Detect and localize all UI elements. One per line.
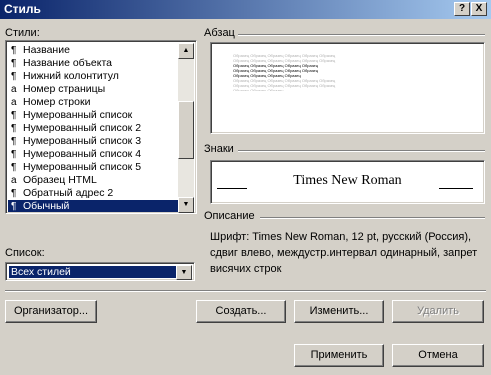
paragraph-style-icon: ¶ [11,188,17,199]
close-button[interactable]: X [471,2,487,16]
modify-button[interactable]: Изменить... [294,300,384,323]
list-filter-label: Список: [5,247,45,259]
list-filter-dropdown-button[interactable]: ▼ [176,265,192,280]
paragraph-style-icon: ¶ [11,45,17,56]
style-name: Нумерованный список [23,109,133,121]
character-style-icon: a [11,84,17,95]
triangle-down-icon: ▼ [182,201,190,208]
style-list-item[interactable]: ¶ Обратный адрес 2 [8,187,180,199]
style-name: Нижний колонтитул [23,70,119,82]
paragraph-sample-text: Образец Образец Образец Образец Образец … [233,53,336,91]
style-list-item[interactable]: ¶ Нижний колонтитул [8,70,180,82]
title-bar: Стиль [0,0,491,19]
characters-preview: Times New Roman [210,160,485,204]
paragraph-style-icon: ¶ [11,58,17,69]
style-name: Название [23,44,70,56]
list-filter-combo[interactable]: Всех стилей ▼ [5,262,195,281]
style-name: Нумерованный список 4 [23,148,142,160]
dialog-separator [5,290,486,292]
delete-button[interactable]: Удалить [392,300,484,323]
paragraph-group-label: Абзац [204,27,235,39]
style-list-item[interactable]: ¶ Название объекта [8,57,180,69]
organizer-button[interactable]: Организатор... [5,300,97,323]
style-list-item[interactable]: ¶ Нумерованный список 4 [8,148,180,160]
style-list-item[interactable]: a Номер строки [8,96,180,108]
paragraph-style-icon: ¶ [11,123,17,134]
style-list-item[interactable]: ¶ Название [8,44,180,56]
style-list-item[interactable]: ¶ Нумерованный список 3 [8,135,180,147]
scroll-down-button[interactable]: ▼ [178,197,194,213]
font-sample: Times New Roman [293,173,402,188]
style-name: Нумерованный список 5 [23,161,142,173]
characters-group-label: Знаки [204,143,234,155]
paragraph-style-icon: ¶ [11,162,17,173]
paragraph-style-icon: ¶ [11,110,17,121]
style-list-item[interactable]: a Образец HTML [8,174,180,186]
style-list-item[interactable]: ¶ Обычный [8,200,180,212]
cancel-button[interactable]: Отмена [392,344,484,367]
style-name: Номер строки [23,96,91,108]
paragraph-style-icon: ¶ [11,71,17,82]
style-name: Обычный [23,200,70,212]
styles-label: Стили: [5,27,40,39]
description-group-label: Описание [204,210,255,222]
scroll-up-button[interactable]: ▲ [178,43,194,59]
paragraph-group-line [238,34,485,36]
style-list-item[interactable]: ¶ Нумерованный список 2 [8,122,180,134]
description-group-line [260,217,485,219]
paragraph-preview: Образец Образец Образец Образец Образец … [210,42,485,134]
character-style-icon: a [11,175,17,186]
style-list-item[interactable]: ¶ Нумерованный список [8,109,180,121]
style-name: Нумерованный список 2 [23,122,142,134]
style-list-item[interactable]: a Номер страницы [8,83,180,95]
list-filter-value: Всех стилей [8,265,178,279]
character-style-icon: a [11,97,17,108]
triangle-down-icon: ▼ [180,269,188,276]
triangle-up-icon: ▲ [182,47,190,54]
paragraph-style-icon: ¶ [11,136,17,147]
apply-button[interactable]: Применить [294,344,384,367]
styles-scrollbar[interactable]: ▲ ▼ [178,43,194,213]
style-name: Номер страницы [23,83,106,95]
style-list-item[interactable]: ¶ Нумерованный список 5 [8,161,180,173]
create-button[interactable]: Создать... [196,300,286,323]
style-name: Обратный адрес 2 [23,187,114,199]
style-name: Название объекта [23,57,112,69]
style-description: Шрифт: Times New Roman, 12 pt, русский (… [210,231,478,275]
paragraph-style-icon: ¶ [11,201,17,212]
help-button[interactable]: ? [454,2,470,16]
paragraph-style-icon: ¶ [11,149,17,160]
scroll-thumb[interactable] [178,101,194,159]
style-name: Нумерованный список 3 [23,135,142,147]
styles-listbox[interactable]: ¶ Название ¶ Название объекта ¶ Нижний колонт… [5,40,197,214]
characters-group-line [238,150,485,152]
window-title: Стиль [4,2,41,16]
style-name: Образец HTML [23,174,97,186]
